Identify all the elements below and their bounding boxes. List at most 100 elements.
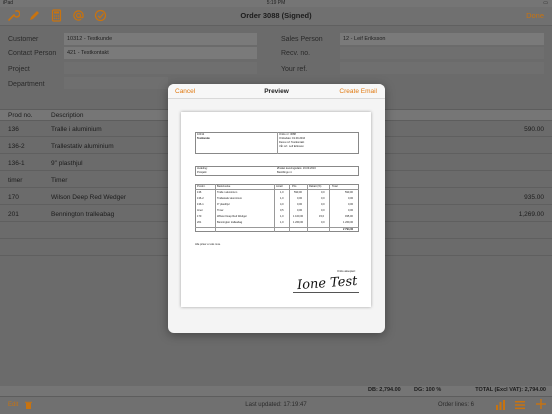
doc-line-cell: 0,00 <box>297 197 303 200</box>
doc-line-cell: 0,00 <box>297 209 303 212</box>
battery-icon: ▭ <box>543 0 548 6</box>
doc-line-cell: 1 269,00 <box>293 221 304 224</box>
doc-col-header: Pris <box>292 185 297 188</box>
row-description: Bennington tralleabag <box>51 211 115 218</box>
doc-line-cell: 9" plasthjul <box>217 203 230 206</box>
prod-no-header: Prod no. <box>8 112 33 119</box>
doc-line-cell: Trallestativ aluminium <box>217 197 242 200</box>
preview-modal: Cancel Preview Create Email 10312 Testku… <box>168 84 385 333</box>
doc-line-cell: 136-2 <box>197 197 204 200</box>
order-lines-count: Order lines: 6 <box>438 402 475 408</box>
doc-sum: 2 794,00 <box>343 228 354 231</box>
sales-person-field[interactable]: 12 - Leif Eriksson <box>340 33 544 45</box>
contact-person-label: Contact Person <box>8 50 57 57</box>
row-prod-no: 136-1 <box>8 160 25 167</box>
doc-line-cell: 935,00 <box>345 215 353 218</box>
row-amount: 1,269.00 <box>518 211 544 218</box>
doc-line-cell: 1,0 <box>280 197 284 200</box>
doc-your-ref: Deres ref: Testkontakt <box>279 141 305 144</box>
doc-col-rule <box>289 184 290 232</box>
doc-line-cell: 0,0 <box>321 203 325 206</box>
doc-lines-header-rule <box>195 189 359 190</box>
doc-line-cell: 0,00 <box>348 197 354 200</box>
department-field[interactable] <box>64 77 168 89</box>
doc-order-ref: Bestillings nr. <box>277 171 293 174</box>
doc-line-cell: 15,0 <box>319 215 325 218</box>
doc-line-cell: 1,0 <box>280 191 284 194</box>
bars-icon[interactable] <box>496 400 505 412</box>
doc-col-rule <box>329 184 330 232</box>
doc-col-rule <box>307 184 308 232</box>
row-amount: 935.00 <box>524 194 544 201</box>
doc-line-cell: Wilson Deep Red Wedger <box>217 215 247 218</box>
contact-person-field[interactable]: 421 - Testkontakt <box>64 47 257 59</box>
doc-col-rule <box>274 184 275 232</box>
status-time: 5:19 PM <box>266 0 286 6</box>
totals-bar: DB: 2,794.00 DG: 100 % TOTAL (Excl VAT):… <box>0 386 552 396</box>
row-description: Trallestativ aluminium <box>51 143 114 150</box>
doc-line-cell: 1 100,00 <box>293 215 304 218</box>
doc-col-header: Antall <box>276 185 283 188</box>
row-prod-no: 170 <box>8 194 19 201</box>
create-email-button[interactable]: Create Email <box>339 88 377 95</box>
doc-order-date: Ordredato: 19.09.2016 <box>279 137 306 140</box>
doc-line-cell: timer <box>197 209 203 212</box>
doc-line-cell: 0,0 <box>321 209 325 212</box>
doc-line-cell: 0,00 <box>348 203 354 206</box>
doc-line-cell: 1,0 <box>280 215 284 218</box>
sales-person-label: Sales Person <box>281 36 323 43</box>
doc-col-header: Total <box>332 185 338 188</box>
row-description: 9" plasthjul <box>51 160 83 167</box>
status-bar: iPad 5:19 PM ▭ <box>0 0 552 7</box>
bottom-toolbar: Edit Last updated: 17:19:47 Order lines:… <box>0 396 552 414</box>
customer-label: Customer <box>8 36 39 43</box>
signature: Ione Test <box>296 273 358 294</box>
doc-sum-rule <box>195 227 359 228</box>
doc-line-cell: 4,0 <box>280 203 284 206</box>
row-prod-no: 136-2 <box>8 143 25 150</box>
doc-line-cell: 0,00 <box>348 209 354 212</box>
your-ref-label: Your ref. <box>281 66 308 73</box>
doc-line-cell: 0,5 <box>280 209 284 212</box>
doc-project-label: Prosjekt: <box>197 171 208 174</box>
doc-line-cell: 0,0 <box>321 221 325 224</box>
db-total: DB: 2,794.00 <box>368 387 401 393</box>
doc-line-cell: Bennington tralleabag <box>217 221 243 224</box>
doc-line-cell: 1,0 <box>280 221 284 224</box>
order-document-preview: 10312 Testkunde Ordre nr: 3088 Ordredato… <box>181 112 371 307</box>
project-field[interactable] <box>64 62 257 74</box>
row-prod-no: timer <box>8 177 23 184</box>
row-description: Wilson Deep Red Wedger <box>51 194 127 201</box>
doc-col-header: Prodnr. <box>197 185 206 188</box>
doc-line-cell: 1 269,00 <box>343 221 354 224</box>
doc-line-cell: 170 <box>197 215 202 218</box>
description-header: Description <box>51 112 84 119</box>
list-icon[interactable] <box>515 400 525 412</box>
doc-line-cell: 0,0 <box>321 191 325 194</box>
customer-field[interactable]: 10312 - Testkunde <box>64 33 257 45</box>
nav-bar: Order 3088 (Signed) Done <box>0 7 552 26</box>
add-icon[interactable] <box>536 399 546 411</box>
done-button[interactable]: Done <box>526 11 544 20</box>
page-title: Order 3088 (Signed) <box>240 11 312 20</box>
doc-col-header: Beskrivelse <box>217 185 231 188</box>
doc-header-divider <box>277 132 278 154</box>
dg-total: DG: 100 % <box>414 387 442 393</box>
row-description: Tralle i aluminium <box>51 126 102 133</box>
doc-our-ref: Vår ref.: Leif Eriksson <box>279 145 304 148</box>
doc-note: Alle priser er eks mva. <box>195 243 221 246</box>
total-excl-vat: TOTAL (Excl VAT): 2,794.00 <box>475 387 546 393</box>
row-prod-no: 136 <box>8 126 19 133</box>
project-label: Project <box>8 66 30 73</box>
doc-line-cell: 136-1 <box>197 203 204 206</box>
doc-line-cell: 201 <box>197 221 202 224</box>
doc-customer-name: Testkunde <box>197 137 210 140</box>
department-label: Department <box>8 81 45 88</box>
your-ref-field[interactable] <box>340 62 544 74</box>
recv-no-field[interactable] <box>340 47 544 59</box>
row-description: Timer <box>51 177 68 184</box>
doc-line-cell: 590,00 <box>345 191 353 194</box>
row-prod-no: 201 <box>8 211 19 218</box>
doc-delivery-date: Ønsket leveringsdato: 19.09.2016 <box>277 167 316 170</box>
doc-line-cell: Timer <box>217 209 224 212</box>
